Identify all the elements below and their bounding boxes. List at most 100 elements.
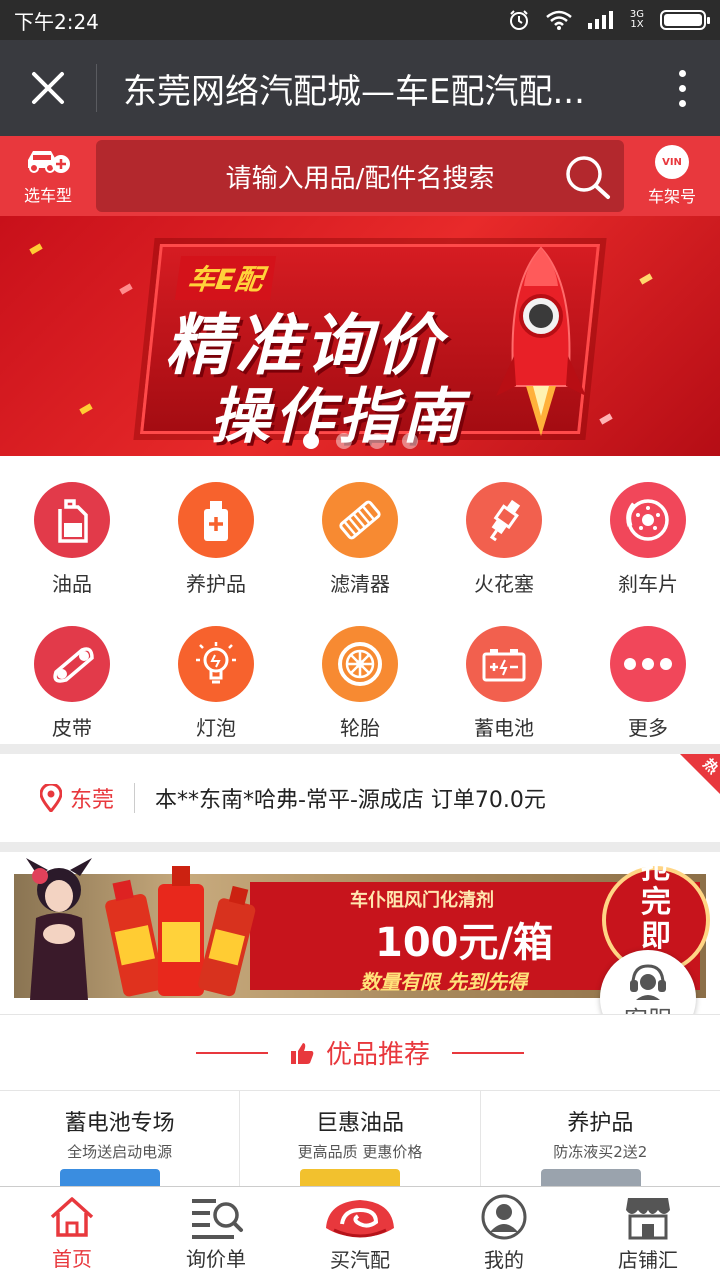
vin-label: 车架号 [647, 187, 696, 206]
category-battery[interactable]: 蓄电池 [432, 600, 576, 744]
page-title: 东莞网络汽配城—车E配汽配... [123, 71, 585, 112]
oil-icon [34, 482, 110, 558]
bottom-nav: 首页 询价单 买汽配 我的 店铺汇 [0, 1186, 720, 1280]
status-icons: 3G 1X [508, 9, 710, 31]
divider-line [195, 1051, 268, 1054]
banner-dot[interactable] [368, 433, 385, 449]
category-filter[interactable]: 滤清器 [288, 456, 432, 600]
category-oil[interactable]: 油品 [0, 456, 144, 600]
banner-dot[interactable] [335, 433, 352, 449]
nav-label: 首页 [52, 1247, 92, 1271]
category-label: 滤清器 [330, 572, 390, 596]
category-tire[interactable]: 轮胎 [288, 600, 432, 744]
recommend-title: 优品推荐 [290, 1034, 430, 1071]
search-icon[interactable] [564, 154, 612, 200]
vin-button[interactable]: VIN 车架号 [624, 136, 720, 216]
nav-home[interactable]: 首页 [0, 1187, 144, 1280]
category-more[interactable]: 更多 [576, 600, 720, 744]
network-type-bottom: 1X [630, 19, 644, 30]
bulb-icon [178, 626, 254, 702]
category-label: 火花塞 [474, 572, 534, 596]
banner-dot[interactable] [401, 433, 418, 449]
feature-title: 巨惠油品 [315, 1111, 404, 1136]
nav-label: 询价单 [186, 1247, 246, 1271]
category-bulb[interactable]: 灯泡 [144, 600, 288, 744]
nav-profile[interactable]: 我的 [432, 1187, 576, 1280]
profile-icon [481, 1194, 527, 1240]
section-gap [0, 842, 720, 852]
more-dot [678, 69, 686, 77]
category-label: 油品 [52, 572, 92, 596]
feature-maintenance[interactable]: 养护品 防冻液买2送2 [481, 1091, 720, 1186]
feature-oil[interactable]: 巨惠油品 更高品质 更惠价格 [240, 1091, 481, 1186]
more-icon [610, 626, 686, 702]
more-dot [678, 84, 686, 92]
promo-price: 100元/箱 [375, 920, 554, 966]
status-bar: 下午2:24 3G 1X [0, 0, 720, 40]
network-type: 3G 1X [630, 10, 644, 30]
brake-icon [610, 482, 686, 558]
ticker-location-label: 东莞 [70, 788, 115, 813]
banner-dot[interactable] [302, 433, 319, 449]
wifi-icon [546, 10, 572, 30]
category-label: 灯泡 [196, 716, 236, 740]
spark-plug-icon [466, 482, 542, 558]
feature-image [60, 1169, 160, 1186]
nav-inquiry[interactable]: 询价单 [144, 1187, 288, 1280]
nav-label: 店铺汇 [618, 1248, 678, 1272]
buy-parts-icon [326, 1200, 394, 1238]
vin-icon: VIN [655, 145, 689, 179]
ticker-location[interactable]: 东莞 [0, 782, 114, 814]
promo-tagline: 数量有限 先到先得 [360, 970, 527, 994]
feature-battery[interactable]: 蓄电池专场 全场送启动电源 [0, 1091, 241, 1186]
category-label: 刹车片 [618, 572, 678, 596]
section-gap [0, 744, 720, 754]
category-spark-plug[interactable]: 火花塞 [432, 456, 576, 600]
close-button[interactable] [0, 40, 96, 136]
order-ticker[interactable]: 东莞 本**东南*哈弗-常平-源成店 订单70.0元 热 [0, 754, 720, 842]
feature-subtitle: 全场送启动电源 [67, 1143, 173, 1161]
thumbs-up-icon [290, 1042, 314, 1064]
search-placeholder: 请输入用品/配件名搜索 [225, 163, 495, 194]
feature-subtitle: 防冻液买2送2 [553, 1143, 648, 1161]
feature-title: 养护品 [567, 1111, 634, 1136]
divider-line [452, 1051, 524, 1054]
nav-label: 我的 [484, 1248, 524, 1272]
category-grid: 油品 养护品 滤清器 火花塞 刹车片 皮带 灯泡 轮胎 蓄电池 更多 [0, 456, 720, 744]
app-header: 东莞网络汽配城—车E配汽配... [0, 40, 720, 136]
feature-cards: 蓄电池专场 全场送启动电源 巨惠油品 更高品质 更惠价格 养护品 防冻液买2送2 [0, 1090, 720, 1186]
inquiry-list-icon [192, 1199, 243, 1239]
category-label: 更多 [628, 716, 668, 740]
nav-store[interactable]: 店铺汇 [576, 1187, 720, 1280]
feature-title: 蓄电池专场 [64, 1111, 175, 1136]
search-row: 选车型 请输入用品/配件名搜索 VIN 车架号 [0, 136, 720, 216]
character-illustration [26, 858, 92, 1000]
status-time: 下午2:24 [14, 9, 99, 34]
banner-pagination [0, 433, 720, 449]
category-belt[interactable]: 皮带 [0, 600, 144, 744]
product-cans-image [105, 866, 256, 997]
tire-icon [322, 626, 398, 702]
feature-image [300, 1169, 401, 1186]
promo-banner[interactable]: 车E配 精准询价 操作指南 [0, 216, 720, 456]
select-car-button[interactable]: 选车型 [0, 136, 96, 216]
recommend-title-text: 优品推荐 [325, 1040, 430, 1070]
battery-icon [660, 10, 710, 30]
belt-icon [34, 626, 110, 702]
headset-icon [630, 963, 666, 1000]
category-maintenance[interactable]: 养护品 [144, 456, 288, 600]
maintenance-icon [178, 482, 254, 558]
ticker-message: 本**东南*哈弗-常平-源成店 订单70.0元 [155, 788, 546, 813]
more-menu-button[interactable] [644, 40, 720, 136]
close-icon [32, 72, 64, 104]
search-input[interactable]: 请输入用品/配件名搜索 [96, 140, 624, 212]
more-dot [678, 99, 686, 107]
category-label: 蓄电池 [474, 716, 534, 740]
rocket-icon [496, 246, 586, 436]
location-pin-icon [40, 784, 62, 812]
feature-image [540, 1169, 641, 1186]
nav-buy-parts[interactable]: 买汽配 [288, 1187, 432, 1280]
promo-title: 车仆阻风门化清剂 [350, 890, 494, 911]
alarm-icon [509, 10, 528, 30]
category-brake[interactable]: 刹车片 [576, 456, 720, 600]
